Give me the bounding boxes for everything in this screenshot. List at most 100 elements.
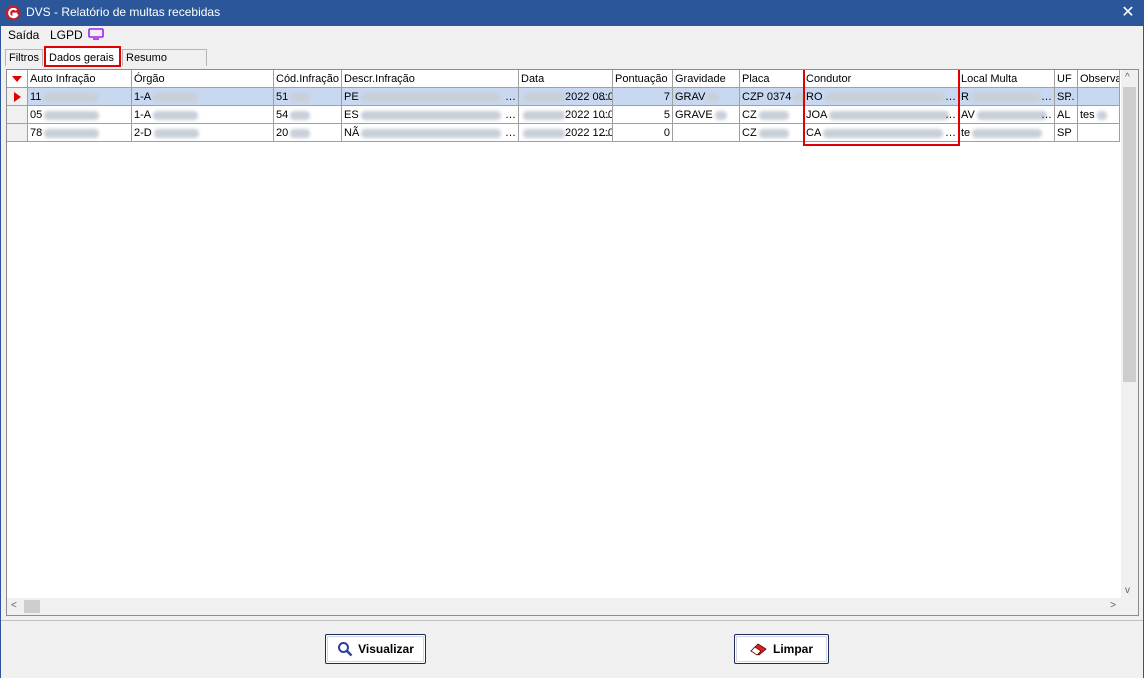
- table-cell[interactable]: 0: [613, 124, 673, 142]
- column-header[interactable]: Observa: [1078, 70, 1120, 88]
- column-header[interactable]: Auto Infração: [28, 70, 132, 88]
- monitor-icon[interactable]: [88, 28, 104, 40]
- table-cell[interactable]: 05: [28, 106, 132, 124]
- table-cell[interactable]: 1-A: [132, 88, 274, 106]
- row-indicator[interactable]: [7, 88, 28, 106]
- ellipsis-button[interactable]: …: [599, 88, 610, 105]
- scroll-down-icon[interactable]: v: [1125, 585, 1130, 596]
- scroll-right-icon[interactable]: >: [1110, 600, 1116, 611]
- table-cell[interactable]: CA…: [804, 124, 959, 142]
- scroll-up-icon[interactable]: ^: [1125, 72, 1130, 83]
- horizontal-scroll-thumb[interactable]: [24, 600, 40, 613]
- table-cell[interactable]: SP…: [1055, 88, 1078, 106]
- table-cell[interactable]: tes: [1078, 106, 1120, 124]
- table-cell[interactable]: [1078, 88, 1120, 106]
- ellipsis-button[interactable]: …: [1041, 88, 1052, 105]
- table-cell[interactable]: [673, 124, 740, 142]
- table-cell[interactable]: 54: [274, 106, 342, 124]
- vertical-scrollbar[interactable]: ^ v: [1121, 70, 1138, 598]
- table-cell[interactable]: R…: [959, 88, 1055, 106]
- column-header[interactable]: Cód.Infração: [274, 70, 342, 88]
- cell-text: GRAVE: [675, 109, 713, 121]
- table-cell[interactable]: 51: [274, 88, 342, 106]
- table-cell[interactable]: 20: [274, 124, 342, 142]
- table-cell[interactable]: 2-D: [132, 124, 274, 142]
- ellipsis-button[interactable]: …: [505, 124, 516, 141]
- menu-lgpd[interactable]: LGPD: [50, 28, 83, 42]
- table-cell[interactable]: GRAVE: [673, 106, 740, 124]
- cell-text: tes: [1080, 109, 1095, 121]
- table-cell[interactable]: NÃ…: [342, 124, 519, 142]
- table-cell[interactable]: CZ: [740, 106, 804, 124]
- table-cell[interactable]: AL: [1055, 106, 1078, 124]
- table-cell[interactable]: 2022 10:00…: [519, 106, 613, 124]
- redacted-text: [523, 128, 565, 138]
- tab-dados-gerais[interactable]: Dados gerais: [44, 46, 121, 67]
- tab-filtros[interactable]: Filtros: [5, 49, 43, 66]
- column-header[interactable]: Condutor: [804, 70, 959, 88]
- ellipsis-button[interactable]: …: [599, 106, 610, 123]
- ellipsis-button[interactable]: …: [945, 124, 956, 141]
- table-cell[interactable]: 11: [28, 88, 132, 106]
- table-cell[interactable]: AV…: [959, 106, 1055, 124]
- window-client-area: Saída LGPD Filtros Dados gerais Resumo M…: [1, 26, 1143, 678]
- table-cell[interactable]: JOA…: [804, 106, 959, 124]
- table-cell[interactable]: [1078, 124, 1120, 142]
- column-header[interactable]: Placa: [740, 70, 804, 88]
- scrollbar-corner: [1121, 598, 1138, 615]
- table-row[interactable]: 78 2-D20NÃ…2022 12:00…0 CZCA…teSP: [7, 124, 1120, 142]
- limpar-button[interactable]: Limpar: [734, 634, 829, 664]
- table-cell[interactable]: 2022 12:00…: [519, 124, 613, 142]
- ellipsis-button[interactable]: …: [1064, 88, 1075, 105]
- ellipsis-button[interactable]: …: [505, 106, 516, 123]
- column-header[interactable]: Data: [519, 70, 613, 88]
- table-row[interactable]: 051-A54ES…2022 10:00…5GRAVE CZJOA…AV…ALte…: [7, 106, 1120, 124]
- ellipsis-button[interactable]: …: [1041, 106, 1052, 123]
- vertical-scroll-thumb[interactable]: [1123, 87, 1136, 382]
- table-row[interactable]: 111-A51PE…2022 08:00…7GRAVCZP 0374RO…R…S…: [7, 88, 1120, 106]
- table-cell[interactable]: 78: [28, 124, 132, 142]
- ellipsis-button[interactable]: …: [945, 106, 956, 123]
- redacted-text: [523, 110, 565, 120]
- ellipsis-button[interactable]: …: [945, 88, 956, 105]
- cell-text: 78: [30, 127, 43, 139]
- close-icon[interactable]: ✕: [1112, 0, 1144, 26]
- column-header[interactable]: Local Multa: [959, 70, 1055, 88]
- column-header[interactable]: Pontuação: [613, 70, 673, 88]
- column-header[interactable]: Gravidade: [673, 70, 740, 88]
- table-cell[interactable]: SP: [1055, 124, 1078, 142]
- ellipsis-button[interactable]: …: [505, 88, 516, 105]
- menu-saida[interactable]: Saída: [8, 28, 39, 42]
- table-cell[interactable]: ES…: [342, 106, 519, 124]
- row-indicator[interactable]: [7, 124, 28, 142]
- column-header[interactable]: UF: [1055, 70, 1078, 88]
- visualizar-button-label: Visualizar: [358, 642, 414, 656]
- data-grid[interactable]: Auto Infração Órgão Cód.Infração Descr.Infr…: [6, 69, 1139, 616]
- table-cell[interactable]: RO …: [804, 88, 959, 106]
- visualizar-button[interactable]: Visualizar: [325, 634, 426, 664]
- redacted-text: [824, 92, 945, 102]
- redacted-text: [972, 128, 1043, 138]
- grid-indicator-header[interactable]: [7, 70, 28, 88]
- horizontal-scrollbar[interactable]: < >: [7, 598, 1121, 615]
- column-header[interactable]: Órgão: [132, 70, 274, 88]
- redacted-text: [1096, 110, 1107, 120]
- table-cell[interactable]: 2022 08:00…: [519, 88, 613, 106]
- table-cell[interactable]: CZP 0374: [740, 88, 804, 106]
- table-cell[interactable]: 7: [613, 88, 673, 106]
- table-cell[interactable]: GRAV: [673, 88, 740, 106]
- cell-text: RO: [806, 91, 823, 103]
- table-cell[interactable]: CZ: [740, 124, 804, 142]
- table-cell[interactable]: 5: [613, 106, 673, 124]
- row-indicator[interactable]: [7, 106, 28, 124]
- scroll-left-icon[interactable]: <: [11, 600, 17, 611]
- tab-strip: Filtros Dados gerais Resumo Mensal: [1, 46, 1143, 81]
- table-cell[interactable]: PE…: [342, 88, 519, 106]
- table-cell[interactable]: 1-A: [132, 106, 274, 124]
- tab-resumo-mensal[interactable]: Resumo Mensal: [122, 49, 207, 81]
- table-cell[interactable]: te: [959, 124, 1055, 142]
- redacted-text: [153, 128, 199, 138]
- ellipsis-button[interactable]: …: [599, 124, 610, 141]
- column-header[interactable]: Descr.Infração: [342, 70, 519, 88]
- cell-text: 11: [30, 91, 42, 103]
